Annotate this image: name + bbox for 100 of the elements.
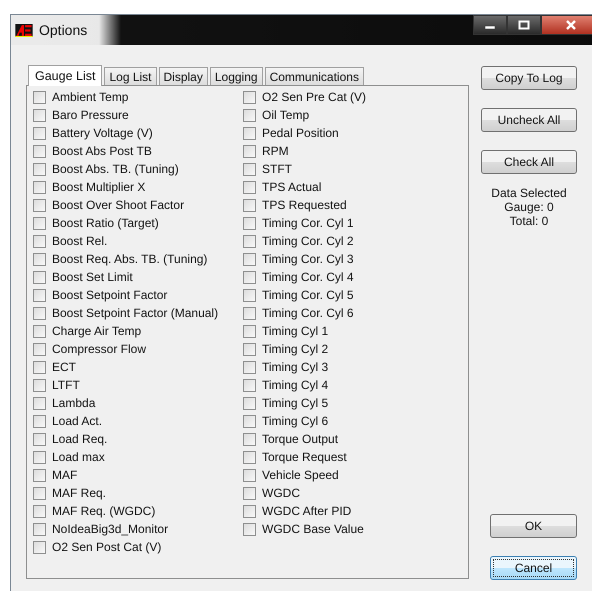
maximize-button[interactable] — [507, 15, 541, 35]
gauge-label: ECT — [52, 360, 76, 374]
checkbox[interactable] — [243, 360, 256, 374]
checkbox[interactable] — [243, 504, 256, 518]
gauge-label: WGDC Base Value — [262, 522, 364, 536]
checkbox[interactable] — [33, 108, 46, 122]
gauge-label: Boost Req. Abs. TB. (Tuning) — [52, 252, 208, 266]
gauge-label: MAF — [52, 468, 78, 482]
checkbox[interactable] — [243, 144, 256, 158]
checkbox[interactable] — [243, 180, 256, 194]
dialog-button[interactable]: OK — [490, 514, 577, 538]
checkbox[interactable] — [33, 486, 46, 500]
gauge-label: Timing Cor. Cyl 1 — [262, 216, 354, 230]
gauge-label: Charge Air Temp — [52, 324, 142, 338]
checkbox[interactable] — [33, 522, 46, 536]
action-button[interactable]: Copy To Log — [481, 66, 577, 90]
checkbox[interactable] — [243, 396, 256, 410]
gauge-label: Battery Voltage (V) — [52, 126, 153, 140]
checkbox[interactable] — [33, 468, 46, 482]
gauge-label: Boost Setpoint Factor — [52, 288, 168, 302]
checkbox[interactable] — [33, 450, 46, 464]
checkbox[interactable] — [243, 324, 256, 338]
checkbox[interactable] — [33, 270, 46, 284]
gauge-label: Timing Cyl 3 — [262, 360, 328, 374]
gauge-label: Boost Abs. TB. (Tuning) — [52, 162, 179, 176]
tab[interactable]: Logging — [210, 67, 263, 85]
data-selected-text: Total: 0 — [510, 214, 548, 228]
logo-icon — [15, 24, 33, 36]
action-button[interactable]: Check All — [481, 150, 577, 174]
gauge-label: NoIdeaBig3d_Monitor — [52, 522, 168, 536]
checkbox[interactable] — [243, 252, 256, 266]
checkbox[interactable] — [243, 468, 256, 482]
checkbox[interactable] — [243, 414, 256, 428]
gauge-label: Timing Cor. Cyl 6 — [262, 306, 354, 320]
checkbox[interactable] — [243, 108, 256, 122]
checkbox[interactable] — [243, 342, 256, 356]
window-title: Options — [39, 22, 88, 38]
checkbox[interactable] — [33, 252, 46, 266]
checkbox[interactable] — [33, 126, 46, 140]
checkbox[interactable] — [33, 414, 46, 428]
checkbox[interactable] — [33, 288, 46, 302]
checkbox[interactable] — [33, 180, 46, 194]
checkbox[interactable] — [243, 234, 256, 248]
gauge-label: LTFT — [52, 378, 80, 392]
tab[interactable]: Gauge List — [28, 65, 102, 86]
gauge-label: Pedal Position — [262, 126, 339, 140]
checkbox[interactable] — [33, 216, 46, 230]
checkbox[interactable] — [243, 216, 256, 230]
gauge-label: STFT — [262, 162, 292, 176]
tab[interactable]: Display — [158, 67, 208, 85]
checkbox[interactable] — [33, 144, 46, 158]
close-button[interactable] — [541, 15, 592, 35]
checkbox[interactable] — [33, 396, 46, 410]
data-selected-text: Gauge: 0 — [504, 200, 554, 214]
checkbox[interactable] — [33, 90, 46, 104]
checkbox[interactable] — [33, 342, 46, 356]
checkbox[interactable] — [33, 324, 46, 338]
gauge-label: TPS Requested — [262, 198, 347, 212]
checkbox[interactable] — [243, 432, 256, 446]
checkbox[interactable] — [243, 378, 256, 392]
tab[interactable]: Log List — [104, 67, 156, 85]
checkbox[interactable] — [33, 162, 46, 176]
dialog-button[interactable]: Cancel — [490, 556, 577, 580]
checkbox[interactable] — [33, 540, 46, 554]
checkbox[interactable] — [243, 522, 256, 536]
checkbox[interactable] — [243, 270, 256, 284]
gauge-label: Lambda — [52, 396, 96, 410]
data-selected-text: Data Selected — [491, 186, 567, 200]
gauge-label: Timing Cyl 5 — [262, 396, 328, 410]
close-icon — [565, 20, 577, 30]
checkbox[interactable] — [243, 288, 256, 302]
gauge-label: Timing Cyl 1 — [262, 324, 328, 338]
checkbox[interactable] — [33, 234, 46, 248]
checkbox[interactable] — [243, 306, 256, 320]
gauge-label: Timing Cor. Cyl 4 — [262, 270, 354, 284]
gauge-label: Timing Cor. Cyl 3 — [262, 252, 354, 266]
checkbox[interactable] — [33, 306, 46, 320]
minimize-button[interactable] — [473, 15, 507, 35]
gauge-label: Timing Cyl 4 — [262, 378, 328, 392]
checkbox[interactable] — [33, 378, 46, 392]
gauge-label: WGDC — [262, 486, 300, 500]
gauge-label: Torque Output — [262, 432, 338, 446]
checkbox[interactable] — [243, 90, 256, 104]
checkbox[interactable] — [243, 486, 256, 500]
action-button[interactable]: Uncheck All — [481, 108, 577, 132]
checkbox[interactable] — [33, 360, 46, 374]
gauge-label: Baro Pressure — [52, 108, 129, 122]
tab[interactable]: Communications — [264, 67, 364, 85]
checkbox[interactable] — [33, 432, 46, 446]
checkbox[interactable] — [243, 198, 256, 212]
checkbox[interactable] — [243, 450, 256, 464]
gauge-label: Boost Set Limit — [52, 270, 133, 284]
checkbox[interactable] — [33, 198, 46, 212]
gauge-label: Boost Over Shoot Factor — [52, 198, 184, 212]
checkbox[interactable] — [243, 126, 256, 140]
checkbox[interactable] — [243, 162, 256, 176]
gauge-label: MAF Req. (WGDC) — [52, 504, 156, 518]
checkbox[interactable] — [33, 504, 46, 518]
gauge-label: Boost Multiplier X — [52, 180, 146, 194]
gauge-label: Timing Cyl 6 — [262, 414, 328, 428]
